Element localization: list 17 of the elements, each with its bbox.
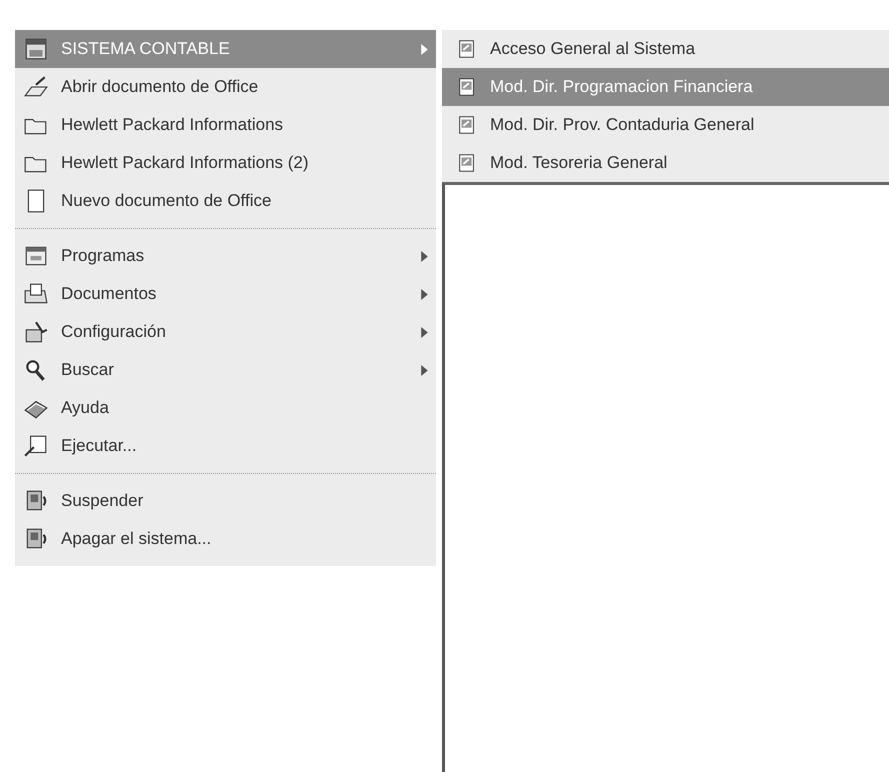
menu-item[interactable]: Programas (15, 237, 436, 275)
menu-item[interactable]: Documentos (15, 275, 436, 313)
menu-item[interactable]: Configuración (15, 313, 436, 351)
menu-item[interactable]: Hewlett Packard Informations (15, 106, 436, 144)
menu-item[interactable]: Nuevo documento de Office (15, 182, 436, 220)
menu-item[interactable]: Suspender (15, 482, 436, 520)
menu-item[interactable]: Buscar (15, 351, 436, 389)
menu-item[interactable]: Apagar el sistema... (15, 520, 436, 558)
menu-item[interactable]: Acceso General al Sistema (442, 30, 889, 68)
menu-item[interactable]: Hewlett Packard Informations (2) (15, 144, 436, 182)
menu-item[interactable]: Abrir documento de Office (15, 68, 436, 106)
menu-item[interactable]: Mod. Tesoreria General (442, 144, 889, 182)
menu-item[interactable]: Ejecutar... (15, 427, 436, 465)
menu-item[interactable]: Mod. Dir. Prov. Contaduria General (442, 106, 889, 144)
program-group-icon (23, 36, 49, 62)
run-window-icon (23, 433, 49, 459)
menu-item[interactable]: Ayuda (15, 389, 436, 427)
